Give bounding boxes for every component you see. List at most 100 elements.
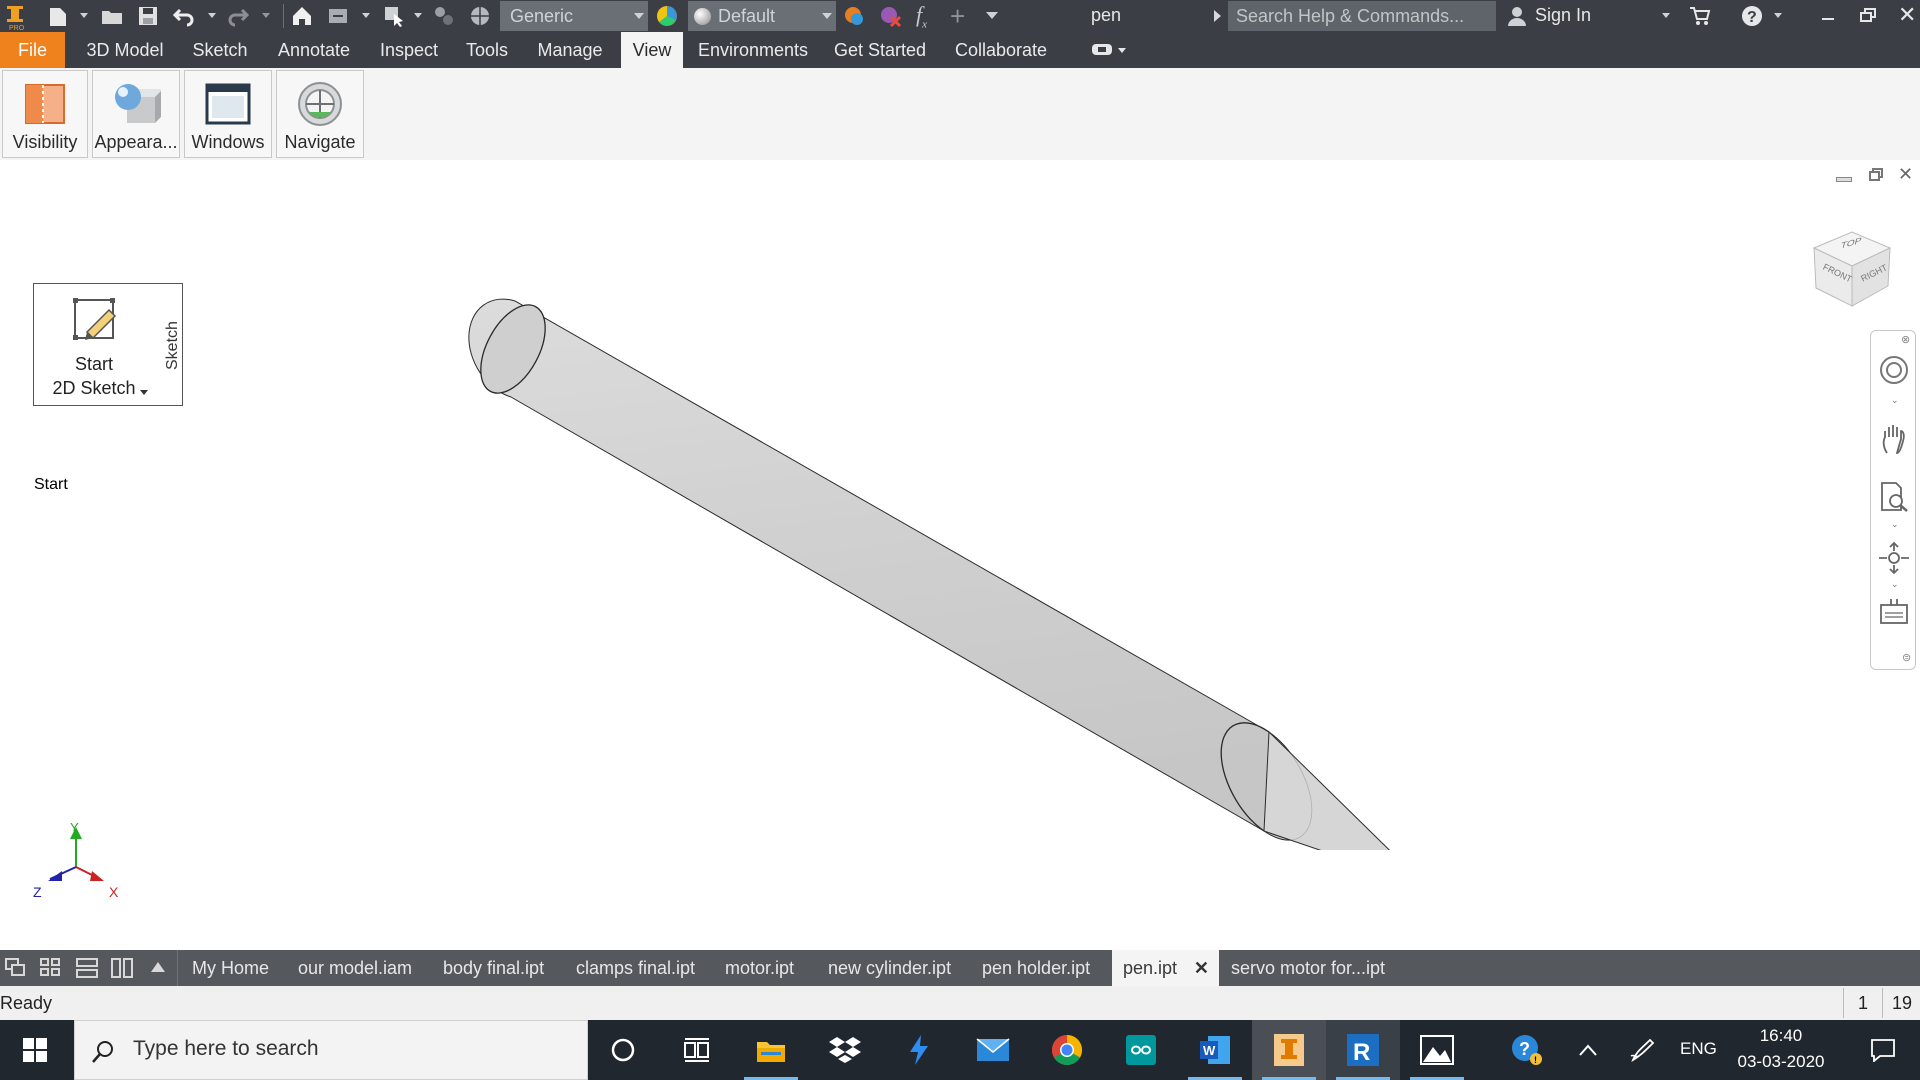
- viewport-minimize-icon[interactable]: [1836, 177, 1852, 182]
- language-indicator[interactable]: ENG: [1680, 1039, 1717, 1059]
- clock-time[interactable]: 16:40: [1736, 1026, 1826, 1046]
- nav-bar-customize-icon[interactable]: ⊜: [1902, 651, 1911, 664]
- taskbar-search-box[interactable]: Type here to search: [74, 1020, 588, 1080]
- update-dropdown-icon[interactable]: [362, 13, 370, 18]
- ribbon-display-options-icon[interactable]: [1092, 42, 1126, 58]
- tab-file[interactable]: File: [0, 32, 65, 68]
- close-window-icon[interactable]: ✕: [1898, 2, 1916, 28]
- restore-window-icon[interactable]: [1860, 8, 1876, 22]
- cortana-button[interactable]: [586, 1020, 660, 1080]
- new-file-icon[interactable]: [46, 4, 70, 28]
- save-icon[interactable]: [136, 4, 160, 28]
- pen-workspace-button[interactable]: [1620, 1020, 1664, 1080]
- zoom-icon[interactable]: [1879, 481, 1909, 518]
- taskbar-file-explorer[interactable]: [734, 1020, 808, 1080]
- taskbar-photos[interactable]: [1400, 1020, 1474, 1080]
- navigate-button[interactable]: Navigate: [276, 70, 364, 158]
- tab-tools[interactable]: Tools: [456, 32, 518, 68]
- start-sketch-dropdown-icon[interactable]: [140, 390, 148, 395]
- search-expand-arrow-icon[interactable]: [1214, 10, 1221, 22]
- doc-tab-motor[interactable]: motor.ipt: [725, 950, 794, 986]
- open-documents-up-icon[interactable]: [151, 962, 165, 972]
- start-2d-sketch-button[interactable]: Start Start 2D Sketch: [34, 284, 159, 493]
- pen-model[interactable]: [440, 230, 1440, 850]
- doc-tab-close-icon[interactable]: ✕: [1194, 950, 1209, 986]
- tile-horizontal-icon[interactable]: [76, 958, 98, 978]
- taskbar-chrome[interactable]: [1030, 1020, 1104, 1080]
- taskbar-mail[interactable]: [956, 1020, 1030, 1080]
- doc-tab-new-cylinder[interactable]: new cylinder.ipt: [828, 950, 951, 986]
- look-at-icon[interactable]: [1879, 597, 1909, 632]
- cart-icon[interactable]: [1688, 4, 1712, 28]
- material-combo[interactable]: Generic: [500, 1, 648, 31]
- clock-date[interactable]: 03-03-2020: [1736, 1052, 1826, 1072]
- tile-windows-icon[interactable]: [40, 958, 62, 978]
- color-wheel-icon[interactable]: [655, 4, 679, 28]
- doc-tab-body-final[interactable]: body final.ipt: [443, 950, 544, 986]
- adjust-icon[interactable]: [432, 4, 456, 28]
- graphics-viewport[interactable]: ✕ Start Start 2D Sketch Sketch TOP FRONT…: [0, 160, 1920, 950]
- task-view-button[interactable]: [660, 1020, 734, 1080]
- home-icon[interactable]: [290, 4, 314, 28]
- update-icon[interactable]: [326, 4, 350, 28]
- tab-inspect[interactable]: Inspect: [372, 32, 446, 68]
- show-hidden-icons-button[interactable]: [1566, 1020, 1610, 1080]
- taskbar-help-tray[interactable]: ?!: [1502, 1020, 1552, 1080]
- doc-tab-pen[interactable]: pen.ipt ✕: [1112, 950, 1219, 986]
- redo-dropdown-icon[interactable]: [262, 13, 270, 18]
- steering-dropdown-icon[interactable]: ⌄: [1891, 395, 1899, 406]
- doc-tab-our-model[interactable]: our model.iam: [298, 950, 412, 986]
- customize-dropdown-icon[interactable]: [986, 12, 998, 19]
- visibility-button[interactable]: Visibility: [2, 70, 88, 158]
- viewport-close-icon[interactable]: ✕: [1898, 164, 1913, 185]
- select-icon[interactable]: [382, 4, 406, 28]
- tab-view[interactable]: View: [621, 32, 683, 68]
- user-icon[interactable]: [1505, 4, 1529, 28]
- doc-tab-pen-holder[interactable]: pen holder.ipt: [982, 950, 1090, 986]
- taskbar-word[interactable]: W: [1178, 1020, 1252, 1080]
- nav-bar-close-icon[interactable]: ⊗: [1901, 333, 1910, 346]
- taskbar-app-arrow[interactable]: [882, 1020, 956, 1080]
- appearance-button[interactable]: Appeara...: [92, 70, 180, 158]
- redo-icon[interactable]: [226, 4, 250, 28]
- adjust-appearance-icon[interactable]: [842, 4, 866, 28]
- add-icon[interactable]: +: [950, 2, 965, 30]
- taskbar-revit[interactable]: R: [1326, 1020, 1400, 1080]
- start-button[interactable]: [0, 1020, 70, 1080]
- viewport-restore-icon[interactable]: [1869, 168, 1883, 182]
- clear-appearance-icon[interactable]: [878, 4, 902, 28]
- undo-dropdown-icon[interactable]: [208, 13, 216, 18]
- tab-environments[interactable]: Environments: [691, 32, 815, 68]
- select-dropdown-icon[interactable]: [414, 13, 422, 18]
- taskbar-inventor[interactable]: [1252, 1020, 1326, 1080]
- inventor-logo-icon[interactable]: PRO: [4, 4, 26, 32]
- taskbar-arduino[interactable]: [1104, 1020, 1178, 1080]
- help-icon[interactable]: ?: [1740, 4, 1764, 28]
- appearance-combo[interactable]: Default: [688, 1, 836, 31]
- action-center-button[interactable]: [1846, 1020, 1920, 1080]
- new-dropdown-icon[interactable]: [80, 13, 88, 18]
- tab-3d-model[interactable]: 3D Model: [76, 32, 174, 68]
- search-help-input[interactable]: Search Help & Commands...: [1228, 1, 1496, 31]
- help-dropdown-icon[interactable]: [1774, 13, 1782, 18]
- doc-tab-servo-motor[interactable]: servo motor for...ipt: [1231, 950, 1385, 986]
- zoom-dropdown-icon[interactable]: ⌄: [1891, 519, 1899, 530]
- cascade-windows-icon[interactable]: [5, 958, 27, 978]
- tile-vertical-icon[interactable]: [111, 958, 133, 978]
- orbit-icon[interactable]: [1877, 541, 1911, 580]
- undo-icon[interactable]: [172, 4, 196, 28]
- doc-tab-my-home[interactable]: My Home: [192, 950, 269, 986]
- fx-parameters-icon[interactable]: fx: [916, 2, 927, 30]
- steering-wheel-icon[interactable]: [1879, 355, 1909, 390]
- taskbar-dropbox[interactable]: [808, 1020, 882, 1080]
- doc-tab-clamps-final[interactable]: clamps final.ipt: [576, 950, 695, 986]
- sign-in-dropdown-icon[interactable]: [1662, 13, 1670, 18]
- windows-button[interactable]: Windows: [184, 70, 272, 158]
- globe-icon[interactable]: [468, 4, 492, 28]
- tab-sketch[interactable]: Sketch: [185, 32, 255, 68]
- tab-get-started[interactable]: Get Started: [826, 32, 934, 68]
- orbit-dropdown-icon[interactable]: ⌄: [1891, 579, 1899, 590]
- tab-manage[interactable]: Manage: [528, 32, 612, 68]
- pan-hand-icon[interactable]: [1879, 423, 1909, 460]
- open-folder-icon[interactable]: [100, 4, 124, 28]
